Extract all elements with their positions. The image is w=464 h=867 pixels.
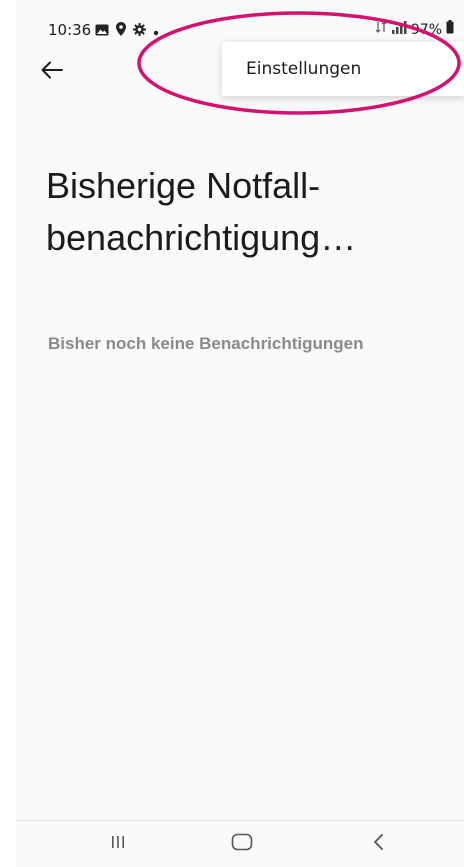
location-icon xyxy=(116,22,126,40)
wifi-data-icon xyxy=(375,20,387,40)
back-button[interactable] xyxy=(36,56,68,88)
empty-state-message: Bisher noch keine Benachrichtigungen xyxy=(48,334,364,353)
battery-text: 97% xyxy=(410,22,442,38)
home-button[interactable] xyxy=(218,827,266,861)
app-screen: 10:36 97% Einstellungen Bisherige Notfal… xyxy=(16,0,464,867)
settings-icon xyxy=(133,22,146,40)
menu-item-settings[interactable]: Einstellungen xyxy=(222,42,464,96)
arrow-left-icon xyxy=(41,61,63,83)
recents-button[interactable] xyxy=(94,827,142,861)
status-icons-left xyxy=(95,22,159,40)
system-back-button[interactable] xyxy=(354,827,402,861)
home-icon xyxy=(231,833,253,855)
status-time: 10:36 xyxy=(48,21,92,39)
gallery-icon xyxy=(95,22,109,40)
page-title: Bisherige Notfall-benachrichtigung… xyxy=(46,165,357,258)
status-bar: 10:36 97% xyxy=(16,0,464,44)
status-icons-right: 97% xyxy=(375,20,454,40)
battery-icon xyxy=(446,20,454,40)
overflow-menu: Einstellungen xyxy=(222,42,464,96)
signal-icon xyxy=(391,20,407,40)
recents-icon xyxy=(110,834,126,854)
back-icon xyxy=(372,833,384,855)
menu-item-label: Einstellungen xyxy=(246,59,362,79)
dot-icon xyxy=(153,22,159,40)
navigation-bar xyxy=(16,820,464,867)
